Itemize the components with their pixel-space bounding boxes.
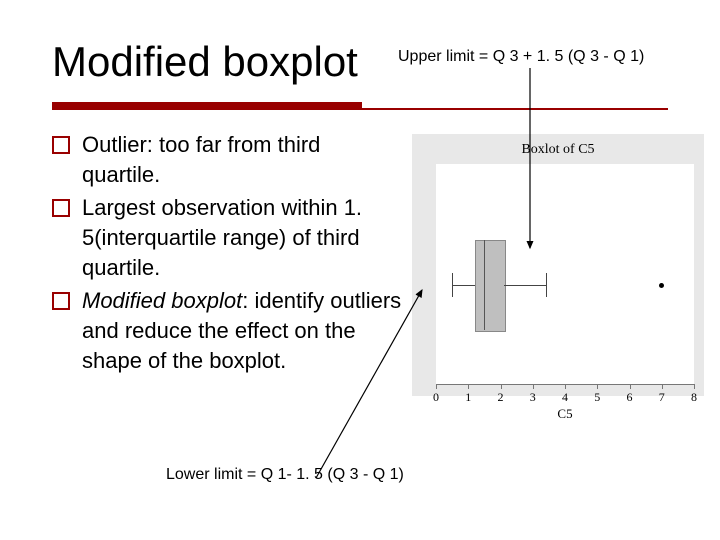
tick [533, 384, 534, 389]
tick [565, 384, 566, 389]
bullet-list: Outlier: too far from third quartile. La… [52, 130, 402, 380]
tick [436, 384, 437, 389]
tick [468, 384, 469, 389]
tick-label: 8 [691, 390, 697, 405]
lower-limit-label: Lower limit = Q 1- 1. 5 (Q 3 - Q 1) [166, 466, 404, 484]
tick-label: 2 [498, 390, 504, 405]
rule-thin [52, 108, 668, 110]
bullet-text: Largest observation within 1. 5(interqua… [82, 195, 362, 279]
x-axis-label: C5 [436, 406, 694, 422]
whisker-cap [452, 273, 453, 297]
list-item: Outlier: too far from third quartile. [52, 130, 402, 189]
median-line [484, 240, 485, 330]
tick-label: 5 [594, 390, 600, 405]
upper-limit-label: Upper limit = Q 3 + 1. 5 (Q 3 - Q 1) [398, 48, 644, 66]
tick [597, 384, 598, 389]
chart-bg: Boxlot of C5 012345678 C5 [412, 134, 704, 396]
tick [501, 384, 502, 389]
tick-label: 1 [465, 390, 471, 405]
chart-title: Boxlot of C5 [412, 142, 704, 158]
outlier-point [659, 283, 664, 288]
slide: Modified boxplot Upper limit = Q 3 + 1. … [0, 0, 720, 540]
bullet-italic: Modified boxplot [82, 288, 242, 313]
tick-label: 7 [659, 390, 665, 405]
list-item: Modified boxplot: identify outliers and … [52, 286, 402, 375]
list-item: Largest observation within 1. 5(interqua… [52, 193, 402, 282]
boxplot-chart: Boxlot of C5 0 1 2 3 4 5 6 7 8 C5 [408, 130, 708, 430]
bullet-text: Outlier: too far from third quartile. [82, 132, 320, 187]
whisker-lower [452, 285, 475, 286]
whisker-cap [546, 273, 547, 297]
tick [694, 384, 695, 389]
tick-label: 6 [627, 390, 633, 405]
page-title: Modified boxplot [52, 38, 358, 86]
iqr-box [475, 240, 506, 332]
tick-label: 4 [562, 390, 568, 405]
tick [630, 384, 631, 389]
bullet-box-icon [52, 199, 70, 217]
whisker-upper [504, 285, 546, 286]
tick-label: 0 [433, 390, 439, 405]
bullet-box-icon [52, 292, 70, 310]
tick [662, 384, 663, 389]
bullet-box-icon [52, 136, 70, 154]
tick-label: 3 [530, 390, 536, 405]
